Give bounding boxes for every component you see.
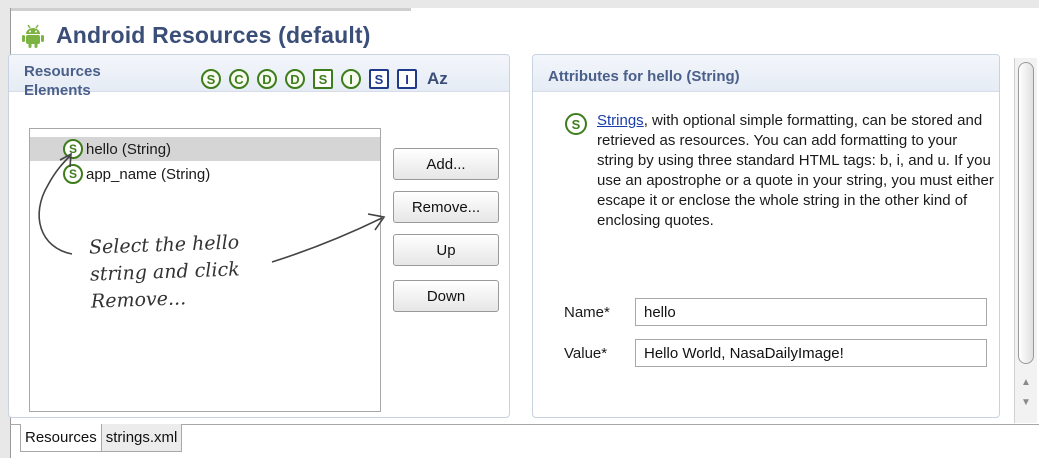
- description-text: Strings, with optional simple formatting…: [597, 111, 995, 231]
- resources-elements-title: Resources Elements: [24, 63, 101, 99]
- tab-strings-xml[interactable]: strings.xml: [101, 424, 183, 452]
- drawable-filter-icon[interactable]: D: [285, 69, 305, 89]
- list-item-app-name[interactable]: S app_name (String): [30, 162, 380, 186]
- attribute-description: S Strings, with optional simple formatti…: [565, 111, 995, 231]
- list-item-label: app_name (String): [86, 165, 211, 183]
- scroll-down-icon[interactable]: ▼: [1018, 394, 1034, 410]
- string-resource-icon: S: [565, 113, 587, 135]
- android-robot-icon: [22, 24, 44, 48]
- string-resource-icon: S: [63, 139, 83, 159]
- name-field[interactable]: [635, 298, 987, 326]
- string-resource-icon: S: [63, 164, 83, 184]
- sort-alphabetical-icon[interactable]: Az: [427, 69, 448, 89]
- string-array-filter-icon[interactable]: S: [369, 69, 389, 89]
- strings-doc-link[interactable]: Strings: [597, 112, 644, 129]
- add-button[interactable]: Add...: [393, 148, 499, 180]
- value-field-label: Value*: [564, 345, 608, 362]
- integer-filter-icon[interactable]: I: [341, 69, 361, 89]
- down-button[interactable]: Down: [393, 280, 499, 312]
- list-item-label: hello (String): [86, 140, 172, 158]
- up-button[interactable]: Up: [393, 234, 499, 266]
- value-field[interactable]: [635, 339, 987, 367]
- remove-button[interactable]: Remove...: [393, 191, 499, 223]
- scrollbar-thumb[interactable]: [1018, 62, 1034, 364]
- attributes-title: Attributes for hello (String): [548, 68, 740, 85]
- integer-array-filter-icon[interactable]: I: [397, 69, 417, 89]
- editor-tab-strip: [11, 8, 411, 11]
- editor-tabs: Resources strings.xml: [20, 424, 183, 454]
- handwritten-annotation: Select the hello string and click Remove…: [88, 231, 241, 313]
- attributes-header: Attributes for hello (String): [533, 55, 999, 92]
- style-filter-icon[interactable]: S: [313, 69, 333, 89]
- filter-toolbar: S C D D S I S I Az: [201, 69, 448, 89]
- vertical-scrollbar[interactable]: ▲ ▼: [1014, 58, 1037, 423]
- list-item-hello[interactable]: S hello (String): [30, 137, 380, 161]
- string-filter-icon[interactable]: S: [201, 69, 221, 89]
- resources-elements-header: Resources Elements S C D D S I S I Az: [9, 55, 509, 99]
- scroll-up-icon[interactable]: ▲: [1018, 374, 1034, 390]
- editor-header: Android Resources (default): [20, 22, 371, 49]
- editor-title: Android Resources (default): [56, 22, 371, 48]
- name-field-label: Name*: [564, 304, 610, 321]
- dimension-filter-icon[interactable]: D: [257, 69, 277, 89]
- tab-resources[interactable]: Resources: [20, 424, 102, 452]
- description-body: , with optional simple formatting, can b…: [597, 112, 994, 229]
- color-filter-icon[interactable]: C: [229, 69, 249, 89]
